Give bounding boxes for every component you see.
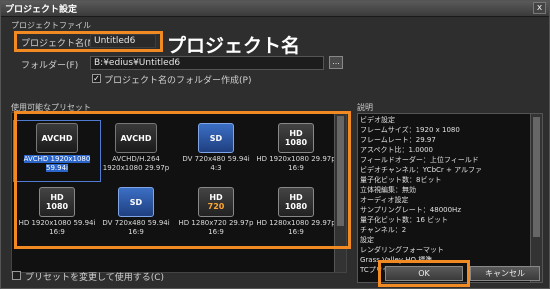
- presets-highlight: [14, 111, 351, 249]
- project-settings-dialog: プロジェクト設定 x プロジェクトファイル プロジェクト名(N) Untitle…: [0, 0, 550, 289]
- cancel-button[interactable]: キャンセル: [470, 266, 540, 281]
- description-line: フレームレート：29.97: [360, 136, 436, 144]
- description-line: ビデオ設定: [360, 116, 395, 124]
- description-panel: ビデオ設定 フレームサイズ：1920 x 1080 フレームレート：29.97 …: [357, 113, 543, 283]
- project-name-annotation: プロジェクト名: [167, 35, 301, 57]
- window-title: プロジェクト設定: [5, 5, 78, 15]
- ok-highlight: [378, 260, 470, 287]
- description-line: フィールドオーダー：上位フィールド: [360, 156, 479, 164]
- title-bar: プロジェクト設定 x: [1, 1, 549, 17]
- change-preset-checkbox[interactable]: [12, 271, 21, 280]
- description-line: レンダリングフォーマット: [360, 246, 444, 254]
- description-line: フレームサイズ：1920 x 1080: [360, 126, 460, 134]
- description-line: 量子化ビット数：16 ビット: [360, 216, 449, 224]
- scrollbar-thumb[interactable]: [533, 117, 540, 237]
- change-preset-label: プリセットを変更して使用する(C): [25, 273, 165, 283]
- description-line: 立体視編集：無効: [360, 186, 416, 194]
- create-folder-checkbox[interactable]: ✓: [92, 74, 101, 83]
- description-line: サンプリングレート：48000Hz: [360, 206, 461, 214]
- description-line: 設定: [360, 236, 374, 244]
- description-line: ビデオチャンネル：YCbCr + アルファ: [360, 166, 483, 174]
- close-icon[interactable]: x: [533, 2, 546, 14]
- description-scrollbar[interactable]: [530, 114, 542, 282]
- description-line: オーディオ設定: [360, 196, 409, 204]
- browse-folder-button[interactable]: ...: [329, 56, 343, 69]
- folder-label: フォルダー(F): [21, 61, 79, 71]
- create-folder-label: プロジェクト名のフォルダー作成(P): [104, 76, 252, 86]
- project-name-highlight: [14, 31, 163, 52]
- description-group-title: 説明: [357, 103, 373, 112]
- description-line: アスペクト比：1.0000: [360, 146, 434, 154]
- folder-input[interactable]: B:¥edius¥Untitled6: [90, 56, 324, 70]
- project-file-group-title: プロジェクトファイル: [11, 21, 91, 30]
- description-line: チャンネル：2: [360, 226, 407, 234]
- description-line: 量子化ビット数：8ビット: [360, 176, 442, 184]
